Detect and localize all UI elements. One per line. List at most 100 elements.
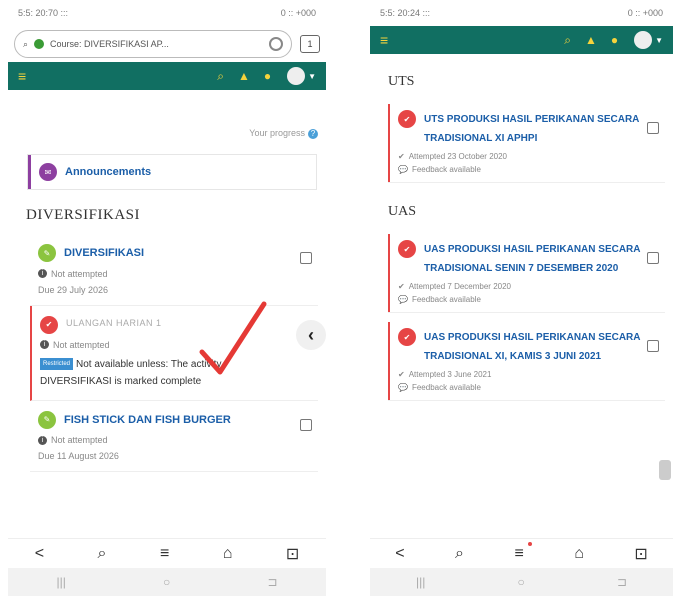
activity-link[interactable]: DIVERSIFIKASI — [64, 244, 144, 263]
drawer-toggle-chevron-left-icon[interactable]: ‹ — [296, 320, 326, 350]
progress-label: Your progress — [249, 128, 305, 138]
search-icon[interactable]: ⌕ — [98, 545, 107, 563]
chat-icon[interactable]: ● — [264, 69, 271, 83]
tabs-icon[interactable]: 1 — [300, 35, 320, 53]
quiz-item[interactable]: ✔ UAS PRODUKSI HASIL PERIKANAN SECARA TR… — [388, 322, 665, 400]
feedback-status: 💬 Feedback available — [398, 165, 643, 174]
quiz-icon: ✔ — [398, 328, 416, 346]
search-icon: ⌕ — [23, 38, 29, 49]
activity-due: Due 11 August 2026 — [38, 451, 119, 462]
status-bar: 5:5: 20:70 ::: 0 :: +000 — [8, 0, 326, 26]
activity-link-dimmed[interactable]: ULANGAN HARIAN 1 — [66, 316, 162, 331]
activity-item[interactable]: ✎ FISH STICK DAN FISH BURGER i Not attemp… — [30, 401, 318, 473]
activity-item[interactable]: ✎ DIVERSIFIKASI i Not attempted Due 29 Ju… — [30, 234, 318, 306]
home-icon[interactable]: ○ — [518, 575, 525, 589]
tabs-icon[interactable]: ⊡ — [634, 544, 647, 564]
info-icon: i — [38, 435, 47, 445]
activity-link[interactable]: FISH STICK DAN FISH BURGER — [64, 411, 231, 430]
bell-icon[interactable]: ▲ — [585, 33, 597, 47]
feedback-text: Feedback available — [411, 295, 481, 304]
quiz-icon: ✔ — [398, 110, 416, 128]
menu-icon[interactable]: ≡ — [380, 32, 388, 48]
feedback-status: 💬 Feedback available — [398, 383, 643, 392]
browser-bottom-nav: < ⌕ ≡ ⌂ ⊡ — [370, 538, 673, 568]
system-nav-bar: ||| ○ ⊐ — [370, 568, 673, 596]
restricted-badge: Restricted — [40, 357, 74, 371]
search-icon[interactable]: ⌕ — [217, 69, 224, 84]
right-phone-screen: 5:5: 20:24 ::: 0 :: +000 ≡ ⌕ ▲ ● ▼ UTS ✔… — [370, 0, 673, 596]
back-icon[interactable]: < — [35, 545, 44, 563]
feedback-status: 💬 Feedback available — [398, 295, 643, 304]
check-icon: ✔ — [398, 152, 405, 161]
activity-status: i Not attempted — [38, 269, 290, 279]
quiz-icon: ✔ — [40, 315, 58, 334]
attempted-text: Attempted 7 December 2020 — [408, 282, 511, 291]
search-icon[interactable]: ⌕ — [564, 33, 571, 48]
url-bar[interactable]: ⌕ Course: DIVERSIFIKASI AP... — [14, 30, 292, 58]
completion-checkbox[interactable] — [647, 340, 659, 352]
back-icon[interactable]: < — [395, 545, 404, 563]
feedback-text: Feedback available — [411, 165, 481, 174]
red-checkmark-annotation — [199, 301, 267, 375]
activity-status: i Not attempted — [38, 435, 290, 445]
status-icons: 0 :: +000 — [280, 8, 316, 18]
browser-toolbar: ⌕ Course: DIVERSIFIKASI AP... 1 — [8, 26, 326, 62]
home-icon[interactable]: ⌂ — [574, 545, 584, 563]
tabs-icon[interactable]: ⊡ — [286, 544, 299, 564]
browser-bottom-nav: < ⌕ ≡ ⌂ ⊡ — [8, 538, 326, 568]
home-icon[interactable]: ○ — [163, 575, 170, 589]
info-icon: i — [38, 269, 47, 279]
activity-item-restricted[interactable]: ✔ ULANGAN HARIAN 1 i Not attempted Restri… — [30, 305, 318, 401]
help-icon[interactable]: ? — [308, 129, 318, 139]
search-icon[interactable]: ⌕ — [455, 545, 464, 563]
scroll-to-top-button[interactable] — [659, 460, 671, 480]
chevron-down-icon[interactable]: ▼ — [308, 72, 316, 81]
assignment-icon: ✎ — [38, 244, 56, 262]
announcements-item[interactable]: ✉ Announcements — [28, 155, 316, 189]
completion-checkbox[interactable] — [300, 418, 312, 431]
comment-icon: 💬 — [398, 165, 408, 174]
quiz-link[interactable]: UAS PRODUKSI HASIL PERIKANAN SECARA TRAD… — [424, 328, 643, 366]
assignment-icon: ✎ — [38, 410, 56, 429]
announcements-link[interactable]: Announcements — [65, 166, 151, 178]
menu-icon[interactable]: ≡ — [18, 68, 26, 84]
menu-icon[interactable]: ≡ — [514, 545, 523, 563]
recents-icon[interactable]: ||| — [416, 575, 425, 589]
completion-checkbox[interactable] — [647, 122, 659, 134]
status-bar: 5:5: 20:24 ::: 0 :: +000 — [370, 0, 673, 26]
home-icon[interactable]: ⌂ — [223, 545, 233, 563]
attempt-status: ✔ Attempted 23 October 2020 — [398, 152, 643, 161]
avatar[interactable] — [634, 31, 653, 49]
chat-icon[interactable]: ● — [611, 33, 618, 47]
quiz-item[interactable]: ✔ UAS PRODUKSI HASIL PERIKANAN SECARA TR… — [388, 234, 665, 312]
bell-icon[interactable]: ▲ — [238, 69, 250, 83]
reload-icon[interactable] — [269, 37, 283, 51]
back-icon[interactable]: ⊐ — [267, 575, 277, 589]
status-text: Not attempted — [51, 268, 108, 279]
activity-due: Due 29 July 2026 — [38, 284, 109, 295]
status-icons: 0 :: +000 — [627, 8, 663, 18]
attempt-status: ✔ Attempted 3 June 2021 — [398, 370, 643, 379]
quiz-item[interactable]: ✔ UTS PRODUKSI HASIL PERIKANAN SECARA TR… — [388, 104, 665, 182]
course-content: Your progress? ✉ Announcements DIVERSIFI… — [8, 90, 326, 540]
quiz-link[interactable]: UAS PRODUKSI HASIL PERIKANAN SECARA TRAD… — [424, 240, 643, 278]
section-title: UTS — [388, 74, 415, 89]
app-navbar: ≡ ⌕ ▲ ● ▼ — [8, 62, 326, 90]
quiz-icon: ✔ — [398, 240, 416, 258]
attempt-status: ✔ Attempted 7 December 2020 — [398, 282, 643, 291]
back-icon[interactable]: ⊐ — [617, 575, 627, 589]
url-text: Course: DIVERSIFIKASI AP... — [50, 39, 169, 49]
section-title: DIVERSIFIKASI — [26, 207, 141, 223]
avatar[interactable] — [287, 67, 306, 85]
menu-icon[interactable]: ≡ — [160, 545, 169, 563]
completion-checkbox[interactable] — [647, 252, 659, 264]
comment-icon: 💬 — [398, 295, 408, 304]
tabs-count: 1 — [307, 39, 313, 49]
recents-icon[interactable]: ||| — [57, 575, 66, 589]
section-title: UAS — [388, 204, 417, 219]
completion-checkbox[interactable] — [300, 252, 312, 264]
quiz-link[interactable]: UTS PRODUKSI HASIL PERIKANAN SECARA TRAD… — [424, 110, 643, 148]
status-text: Not attempted — [51, 435, 108, 446]
check-icon: ✔ — [398, 282, 405, 291]
chevron-down-icon[interactable]: ▼ — [655, 36, 663, 45]
